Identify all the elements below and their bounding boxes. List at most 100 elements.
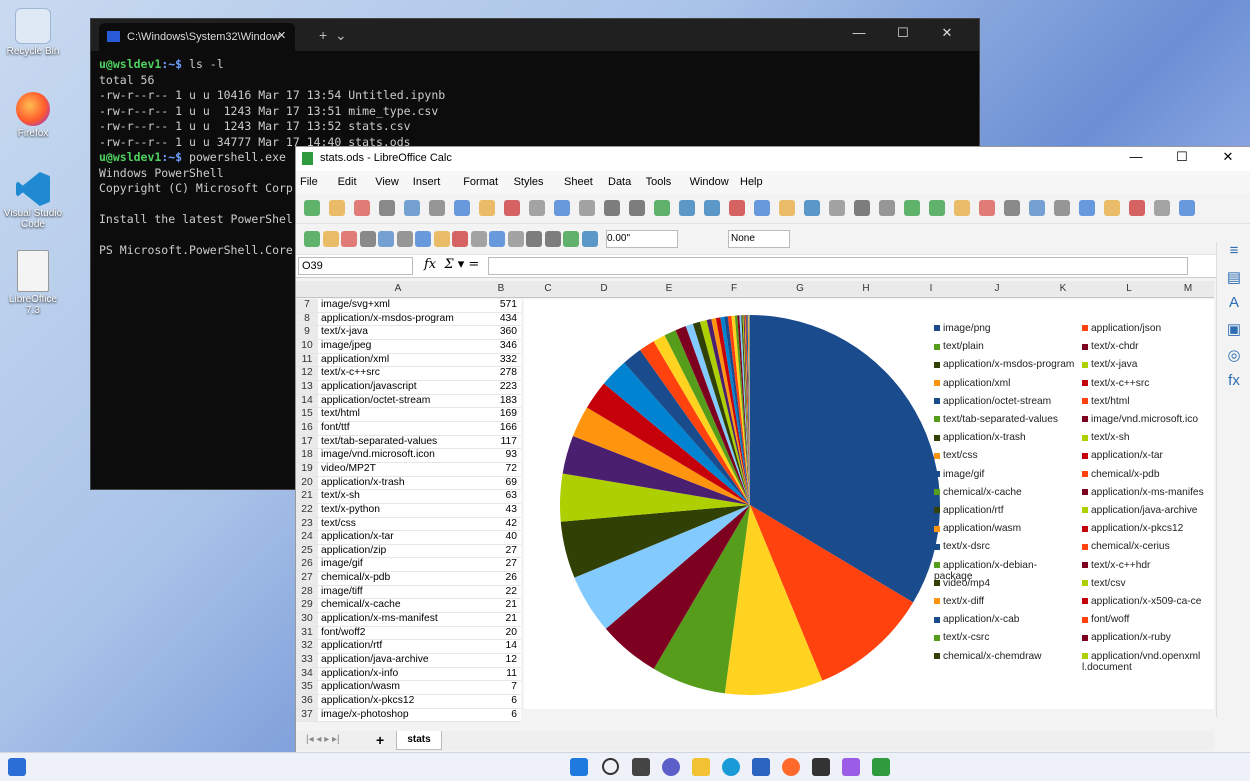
store-icon[interactable] [752, 758, 770, 776]
cell-count[interactable]: 40 [478, 531, 521, 544]
close-icon[interactable]: ✕ [1205, 149, 1250, 165]
cell-mime-type[interactable]: application/x-msdos-program [321, 313, 454, 326]
row-number[interactable]: 14 [296, 395, 318, 408]
menu-item-view[interactable]: View [375, 176, 399, 188]
toolbar-button-icon[interactable] [323, 231, 339, 247]
toolbar-button-icon[interactable] [404, 200, 420, 216]
row-number[interactable]: 31 [296, 627, 318, 640]
toolbar-button-icon[interactable] [378, 231, 394, 247]
toolbar-button-icon[interactable] [629, 200, 645, 216]
cell-mime-type[interactable]: application/javascript [321, 381, 417, 394]
table-row[interactable]: 20application/x-trash69 [296, 477, 521, 491]
close-icon[interactable]: ✕ [925, 25, 969, 41]
cell-count[interactable]: 346 [478, 340, 521, 353]
cell-count[interactable]: 22 [478, 586, 521, 599]
row-number[interactable]: 30 [296, 613, 318, 626]
menu-item-sheet[interactable]: Sheet [564, 176, 593, 188]
cell-mime-type[interactable]: text/tab-separated-values [321, 436, 437, 449]
cell-count[interactable]: 166 [478, 422, 521, 435]
toolbar-button-icon[interactable] [329, 200, 345, 216]
row-number[interactable]: 21 [296, 490, 318, 503]
cell-mime-type[interactable]: video/MP2T [321, 463, 376, 476]
row-number[interactable]: 8 [296, 313, 318, 326]
row-number[interactable]: 26 [296, 558, 318, 571]
cell-mime-type[interactable]: application/x-pkcs12 [321, 695, 414, 708]
cell-count[interactable]: 434 [478, 313, 521, 326]
cell-mime-type[interactable]: image/x-photoshop [321, 709, 409, 722]
toolbar-button-icon[interactable] [545, 231, 561, 247]
cell-mime-type[interactable]: font/woff2 [321, 627, 365, 640]
row-number[interactable]: 25 [296, 545, 318, 558]
row-number[interactable]: 15 [296, 408, 318, 421]
row-number[interactable]: 27 [296, 572, 318, 585]
toolbar-button-icon[interactable] [563, 231, 579, 247]
cell-mime-type[interactable]: application/wasm [321, 681, 400, 694]
cell-count[interactable]: 360 [478, 326, 521, 339]
cell-count[interactable]: 571 [478, 299, 521, 312]
row-number[interactable]: 29 [296, 599, 318, 612]
menu-item-file[interactable]: File [300, 176, 318, 188]
toolbar-button-icon[interactable] [529, 200, 545, 216]
cell-mime-type[interactable]: text/css [321, 518, 356, 531]
row-number[interactable]: 11 [296, 354, 318, 367]
menu-item-tools[interactable]: Tools [646, 176, 672, 188]
column-header-i[interactable]: I [898, 283, 964, 294]
row-number[interactable]: 18 [296, 449, 318, 462]
minimize-icon[interactable]: — [837, 25, 881, 40]
column-header-m[interactable]: M [1162, 283, 1214, 294]
formula-input[interactable] [488, 257, 1188, 275]
row-number[interactable]: 32 [296, 640, 318, 653]
cell-count[interactable]: 20 [478, 627, 521, 640]
table-row[interactable]: 27chemical/x-pdb26 [296, 572, 521, 586]
cell-count[interactable]: 6 [478, 709, 521, 722]
table-row[interactable]: 29chemical/x-cache21 [296, 599, 521, 613]
toolbar-button-icon[interactable] [304, 231, 320, 247]
table-row[interactable]: 35application/wasm7 [296, 681, 521, 695]
table-row[interactable]: 30application/x-ms-manifest21 [296, 613, 521, 627]
name-box[interactable]: O39 [298, 257, 413, 275]
row-number[interactable]: 35 [296, 681, 318, 694]
toolbar-button-icon[interactable] [754, 200, 770, 216]
sidebar-menu-icon[interactable]: ≡ [1217, 242, 1250, 268]
menu-item-window[interactable]: Window [690, 176, 729, 188]
toolbar-button-icon[interactable] [654, 200, 670, 216]
navigator-icon[interactable]: ◎ [1217, 346, 1250, 372]
properties-icon[interactable]: ▤ [1217, 268, 1250, 294]
toolbar-button-icon[interactable] [554, 200, 570, 216]
minimize-icon[interactable]: — [1113, 149, 1159, 164]
column-header-j[interactable]: J [964, 283, 1030, 294]
cell-mime-type[interactable]: image/svg+xml [321, 299, 390, 312]
toolbar-button-icon[interactable] [434, 231, 450, 247]
row-number[interactable]: 33 [296, 654, 318, 667]
firefox-taskbar-icon[interactable] [782, 758, 800, 776]
close-tab-icon[interactable]: ✕ [277, 29, 286, 42]
toolbar-button-icon[interactable] [604, 200, 620, 216]
file-explorer-icon[interactable] [692, 758, 710, 776]
cell-mime-type[interactable]: application/java-archive [321, 654, 429, 667]
cell-mime-type[interactable]: application/zip [321, 545, 386, 558]
toolbar-button-icon[interactable] [489, 231, 505, 247]
cell-mime-type[interactable]: text/x-c++src [321, 367, 380, 380]
toolbar-button-icon[interactable] [1154, 200, 1170, 216]
cell-mime-type[interactable]: application/x-ms-manifest [321, 613, 438, 626]
toolbar-button-icon[interactable] [904, 200, 920, 216]
row-number[interactable]: 34 [296, 668, 318, 681]
menu-item-format[interactable]: Format [463, 176, 498, 188]
table-row[interactable]: 15text/html169 [296, 408, 521, 422]
table-row[interactable]: 7image/svg+xml571 [296, 299, 521, 313]
table-row[interactable]: 10image/jpeg346 [296, 340, 521, 354]
search-icon[interactable] [602, 758, 619, 775]
desktop-icon-firefox[interactable]: Firefox [2, 92, 64, 139]
table-row[interactable]: 32application/rtf14 [296, 640, 521, 654]
cell-count[interactable]: 223 [478, 381, 521, 394]
row-number[interactable]: 13 [296, 381, 318, 394]
row-number[interactable]: 22 [296, 504, 318, 517]
row-number[interactable]: 12 [296, 367, 318, 380]
row-number[interactable]: 37 [296, 709, 318, 722]
cell-mime-type[interactable]: application/rtf [321, 640, 382, 653]
table-row[interactable]: 9text/x-java360 [296, 326, 521, 340]
add-sheet-button[interactable]: + [376, 732, 384, 748]
table-row[interactable]: 34application/x-info11 [296, 668, 521, 682]
table-row[interactable]: 31font/woff2 20 [296, 627, 521, 641]
sheet-nav-arrows[interactable]: |◂ ◂ ▸ ▸| [306, 734, 340, 745]
